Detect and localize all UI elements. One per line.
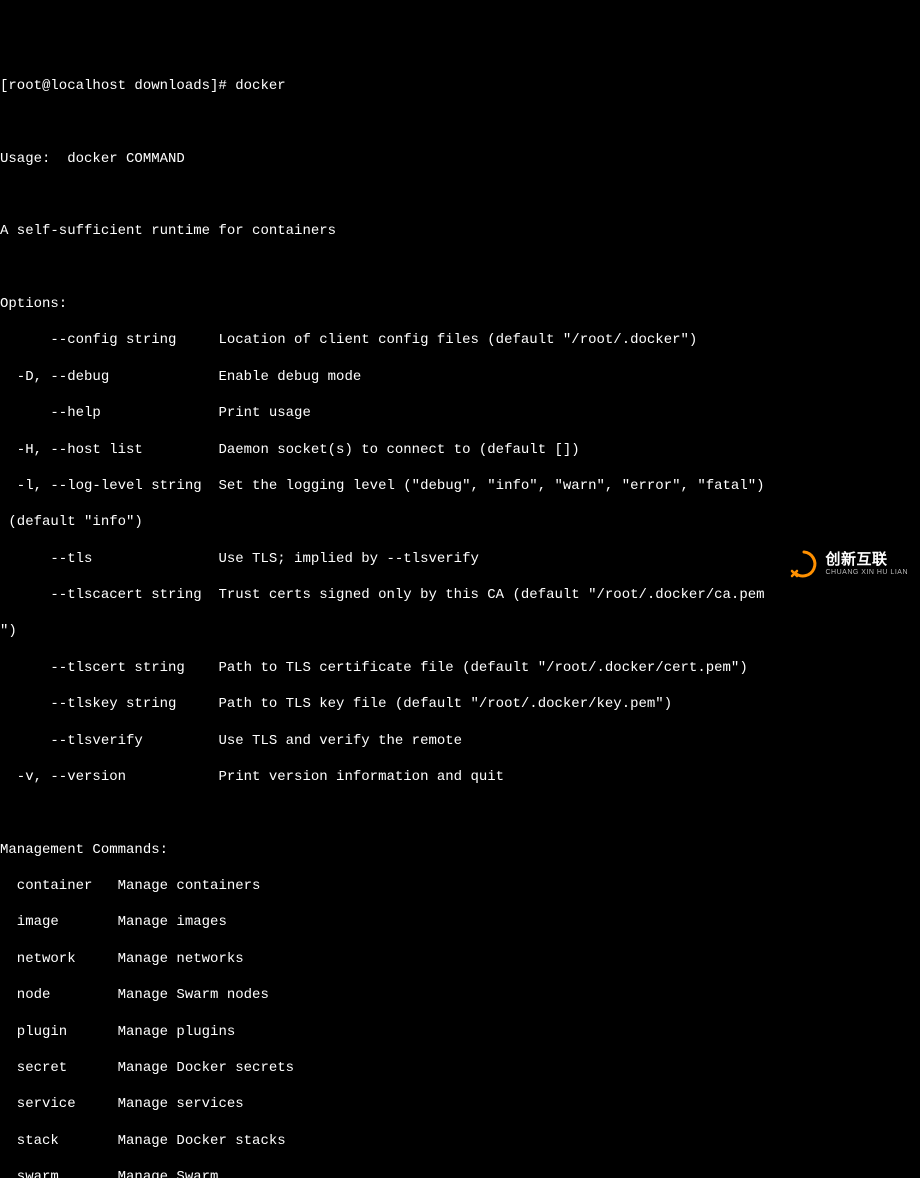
option-desc: Path to TLS certificate file (default "/… — [218, 660, 747, 676]
mgmt-desc: Manage services — [118, 1096, 244, 1112]
watermark-text: 创新互联 CHUANG XIN HU LIAN — [825, 552, 908, 576]
mgmt-stack: stack Manage Docker stacks — [0, 1132, 920, 1150]
mgmt-desc: Manage plugins — [118, 1024, 236, 1040]
mgmt-desc: Manage containers — [118, 878, 261, 894]
mgmt-image: image Manage images — [0, 913, 920, 931]
mgmt-cmd: swarm — [0, 1169, 118, 1178]
option-flag: -v, --version — [0, 769, 218, 785]
usage-line: Usage: docker COMMAND — [0, 150, 920, 168]
mgmt-cmd: network — [0, 951, 118, 967]
option-config: --config string Location of client confi… — [0, 331, 920, 349]
option-flag: --help — [0, 405, 218, 421]
mgmt-cmd: container — [0, 878, 118, 894]
mgmt-node: node Manage Swarm nodes — [0, 986, 920, 1004]
watermark-en: CHUANG XIN HU LIAN — [825, 569, 908, 576]
option-tlsverify: --tlsverify Use TLS and verify the remot… — [0, 732, 920, 750]
option-desc: Enable debug mode — [218, 369, 361, 385]
option-log-level-wrap: (default "info") — [0, 513, 920, 531]
option-flag: --tlsverify — [0, 733, 218, 749]
option-flag: --tlskey string — [0, 696, 218, 712]
options-header: Options: — [0, 295, 920, 313]
option-desc: Path to TLS key file (default "/root/.do… — [218, 696, 672, 712]
option-version: -v, --version Print version information … — [0, 768, 920, 786]
mgmt-secret: secret Manage Docker secrets — [0, 1059, 920, 1077]
mgmt-desc: Manage images — [118, 914, 227, 930]
option-host: -H, --host list Daemon socket(s) to conn… — [0, 441, 920, 459]
blank-line — [0, 113, 920, 131]
mgmt-desc: Manage Docker stacks — [118, 1133, 286, 1149]
watermark: 创新互联 CHUANG XIN HU LIAN — [789, 549, 908, 579]
option-tlscert: --tlscert string Path to TLS certificate… — [0, 659, 920, 677]
option-desc: Use TLS; implied by --tlsverify — [218, 551, 478, 567]
mgmt-plugin: plugin Manage plugins — [0, 1023, 920, 1041]
option-debug: -D, --debug Enable debug mode — [0, 368, 920, 386]
mgmt-cmd: plugin — [0, 1024, 118, 1040]
mgmt-desc: Manage Swarm — [118, 1169, 219, 1178]
option-desc: Location of client config files (default… — [218, 332, 697, 348]
mgmt-container: container Manage containers — [0, 877, 920, 895]
blank-line — [0, 186, 920, 204]
option-desc: Daemon socket(s) to connect to (default … — [218, 442, 579, 458]
mgmt-service: service Manage services — [0, 1095, 920, 1113]
mgmt-desc: Manage networks — [118, 951, 244, 967]
option-help: --help Print usage — [0, 404, 920, 422]
blank-line — [0, 804, 920, 822]
watermark-logo-icon — [789, 549, 819, 579]
shell-prompt[interactable]: [root@localhost downloads]# docker — [0, 77, 920, 95]
mgmt-cmd: stack — [0, 1133, 118, 1149]
option-flag: -l, --log-level string — [0, 478, 218, 494]
option-flag: --config string — [0, 332, 218, 348]
option-flag: --tls — [0, 551, 218, 567]
option-flag: -D, --debug — [0, 369, 218, 385]
option-log-level: -l, --log-level string Set the logging l… — [0, 477, 920, 495]
mgmt-cmd: node — [0, 987, 118, 1003]
mgmt-cmd: service — [0, 1096, 118, 1112]
option-desc: Trust certs signed only by this CA (defa… — [218, 587, 764, 603]
description-line: A self-sufficient runtime for containers — [0, 222, 920, 240]
mgmt-network: network Manage networks — [0, 950, 920, 968]
option-flag: --tlscacert string — [0, 587, 218, 603]
option-flag: -H, --host list — [0, 442, 218, 458]
mgmt-cmd: image — [0, 914, 118, 930]
option-flag: --tlscert string — [0, 660, 218, 676]
watermark-cn: 创新互联 — [825, 552, 908, 567]
option-desc: Set the logging level ("debug", "info", … — [218, 478, 764, 494]
blank-line — [0, 259, 920, 277]
option-desc: Print usage — [218, 405, 310, 421]
option-tls: --tls Use TLS; implied by --tlsverify — [0, 550, 920, 568]
mgmt-desc: Manage Swarm nodes — [118, 987, 269, 1003]
mgmt-desc: Manage Docker secrets — [118, 1060, 294, 1076]
option-desc: Use TLS and verify the remote — [218, 733, 462, 749]
option-desc: Print version information and quit — [218, 769, 504, 785]
option-tlskey: --tlskey string Path to TLS key file (de… — [0, 695, 920, 713]
mgmt-swarm: swarm Manage Swarm — [0, 1168, 920, 1178]
mgmt-cmd: secret — [0, 1060, 118, 1076]
option-tlscacert-wrap: ") — [0, 622, 920, 640]
management-header: Management Commands: — [0, 841, 920, 859]
